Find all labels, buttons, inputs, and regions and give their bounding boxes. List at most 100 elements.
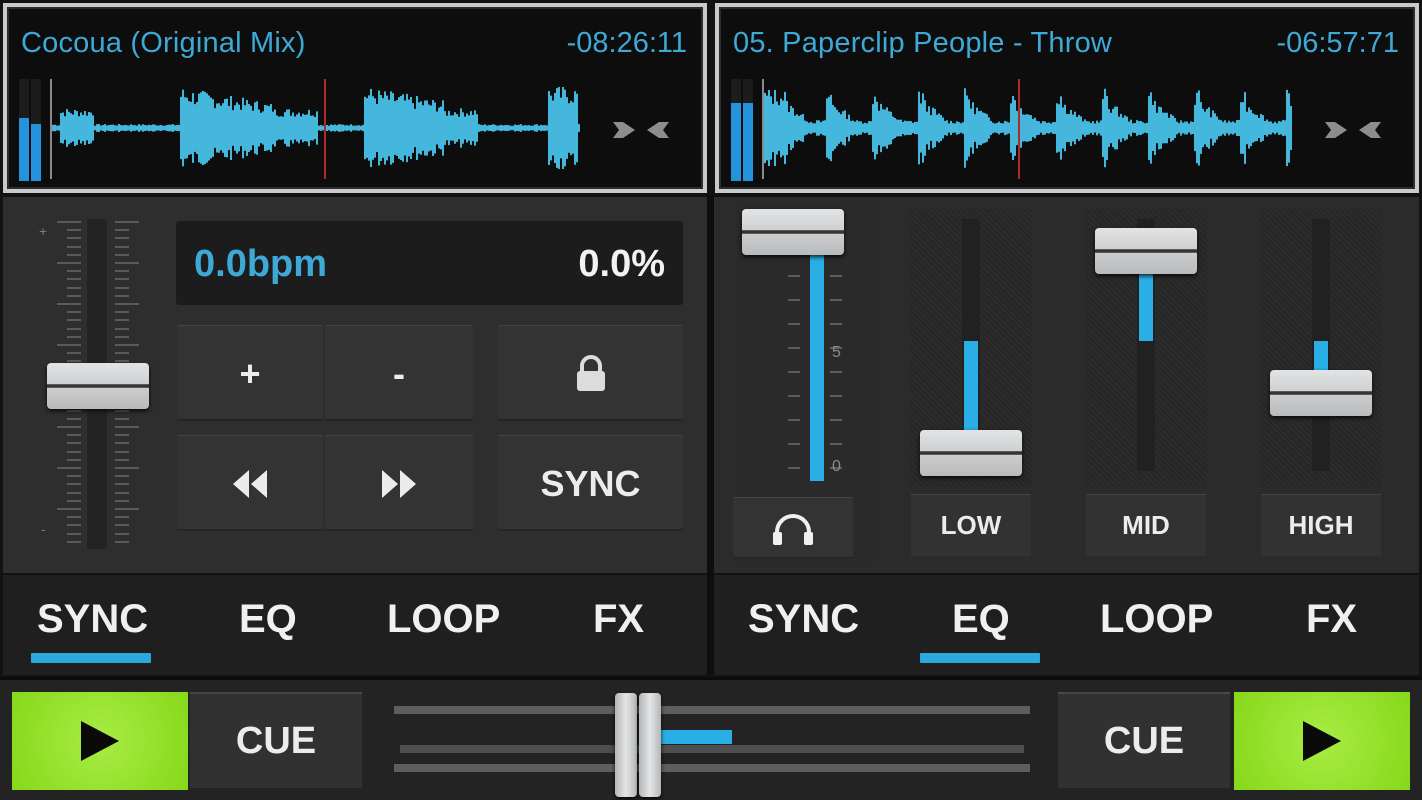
pitch-tick	[115, 327, 129, 330]
pitch-tick	[115, 253, 129, 256]
pitch-plus-button[interactable]: +	[177, 325, 323, 421]
deck-a-vu-meter	[19, 79, 45, 181]
eq-mid-kill-button[interactable]: MID	[1086, 494, 1206, 556]
eq-low-fader[interactable]	[910, 209, 1032, 487]
pitch-tick	[115, 491, 129, 494]
rewind-button[interactable]	[177, 435, 323, 531]
pitch-tick	[115, 499, 129, 502]
pitch-tick	[67, 434, 81, 437]
pitch-tick	[115, 475, 129, 478]
volume-fader-handle[interactable]	[742, 209, 844, 255]
deck-b-active-tab-indicator	[920, 653, 1040, 663]
deck-b-tab-fx[interactable]: FX	[1306, 597, 1357, 642]
eq-fader-handle[interactable]	[1095, 227, 1197, 274]
deck-b-track-title: 05. Paperclip People - Throw	[733, 27, 1113, 59]
pitch-tick	[67, 442, 81, 445]
deck-b-tab-loop[interactable]: LOOP	[1100, 597, 1213, 642]
pitch-tick	[57, 221, 81, 223]
pitch-minus-button[interactable]: -	[325, 325, 473, 421]
pitch-tick	[67, 491, 81, 494]
headphone-cue-button[interactable]	[733, 497, 853, 559]
pitch-tick	[67, 499, 81, 502]
pitch-tick	[115, 303, 139, 305]
pitch-tick	[67, 352, 81, 355]
pitch-tick	[115, 409, 129, 412]
deck-b-waveform-panel[interactable]: 05. Paperclip People - Throw -06:57:71	[715, 3, 1419, 193]
volume-tick	[830, 323, 842, 325]
pitch-tick	[115, 483, 129, 486]
eq-level-fill	[1139, 273, 1153, 341]
eq-low-kill-button[interactable]: LOW	[911, 494, 1031, 556]
pitch-tick	[67, 417, 81, 420]
volume-fader[interactable]: 5 0	[733, 201, 876, 563]
volume-tick	[830, 371, 842, 373]
deck-a-controls: + - 0.0bpm 0.0% + - SYNC	[3, 197, 707, 573]
deck-a-cue-button[interactable]: CUE	[190, 692, 362, 788]
volume-level-fill	[810, 255, 824, 481]
eq-fader-handle[interactable]	[1270, 369, 1372, 416]
pitch-fader[interactable]: + -	[33, 215, 163, 555]
crossfader[interactable]	[392, 690, 1032, 797]
pitch-tick	[115, 237, 129, 240]
deck-a-tab-fx[interactable]: FX	[593, 597, 644, 642]
pitch-tick	[67, 475, 81, 478]
sync-button[interactable]: SYNC	[498, 435, 683, 531]
eq-mid-fader[interactable]	[1085, 209, 1207, 487]
deck-b-tab-eq[interactable]: EQ	[952, 597, 1010, 642]
waveform-path	[764, 88, 1292, 168]
pitch-tick	[67, 458, 81, 461]
eq-high-fader[interactable]	[1260, 209, 1382, 487]
volume-tick	[830, 419, 842, 421]
pitch-tick	[67, 327, 81, 330]
eq-fader-handle[interactable]	[920, 429, 1022, 476]
pitch-tick	[57, 426, 81, 428]
deck-b-play-button[interactable]	[1234, 692, 1410, 790]
deck-b-waveform[interactable]	[761, 71, 1301, 185]
deck-a-waveform[interactable]	[49, 71, 589, 185]
pitch-tick	[67, 286, 81, 289]
rewind-icon	[233, 469, 267, 498]
deck-a-tab-eq[interactable]: EQ	[239, 597, 297, 642]
pitch-tick	[115, 278, 129, 281]
deck-b-tabbar: SYNC EQ LOOP FX	[714, 575, 1419, 675]
play-icon	[1303, 721, 1341, 761]
deck-a-play-button[interactable]	[12, 692, 188, 790]
nudge-arrows-icon[interactable]	[1321, 110, 1385, 150]
pitch-tick	[115, 442, 129, 445]
pitch-minus-label: -	[41, 521, 46, 537]
volume-tick	[830, 395, 842, 397]
bpm-value: 0.0bpm	[194, 243, 328, 285]
pitch-tick	[115, 508, 139, 510]
pitch-tick	[115, 270, 129, 273]
eq-high-kill-button[interactable]: HIGH	[1261, 494, 1381, 556]
pitch-tick	[67, 335, 81, 338]
deck-b-tab-sync[interactable]: SYNC	[748, 597, 859, 642]
pitch-tick	[67, 540, 81, 543]
crossfader-handle-left[interactable]	[615, 693, 638, 797]
crossfader-handle-right[interactable]	[639, 693, 662, 797]
dj-app: Cocoua (Original Mix) -08:26:11 05. Pape…	[0, 0, 1422, 800]
vu-bar-left	[19, 117, 29, 181]
nudge-arrows-icon[interactable]	[609, 110, 673, 150]
volume-tick	[788, 299, 800, 301]
pitch-tick	[67, 524, 81, 527]
fast-forward-button[interactable]	[325, 435, 473, 531]
pitch-fader-handle[interactable]	[47, 363, 149, 409]
deck-b-cue-button[interactable]: CUE	[1058, 692, 1230, 788]
pitch-tick	[57, 467, 81, 469]
deck-a-tab-sync[interactable]: SYNC	[37, 597, 148, 642]
volume-tick	[788, 395, 800, 397]
pitch-percent: 0.0%	[578, 243, 665, 285]
volume-tick	[788, 443, 800, 445]
lock-button[interactable]	[498, 325, 683, 421]
volume-tick	[788, 347, 800, 349]
pitch-tick	[67, 229, 81, 232]
deck-b-time-remaining: -06:57:71	[1276, 27, 1399, 59]
deck-a-active-tab-indicator	[31, 653, 151, 663]
deck-a-tab-loop[interactable]: LOOP	[387, 597, 500, 642]
play-icon	[81, 721, 119, 761]
pitch-tick	[115, 426, 139, 428]
pitch-tick	[115, 344, 139, 346]
pitch-tick	[67, 270, 81, 273]
deck-a-waveform-panel[interactable]: Cocoua (Original Mix) -08:26:11	[3, 3, 707, 193]
